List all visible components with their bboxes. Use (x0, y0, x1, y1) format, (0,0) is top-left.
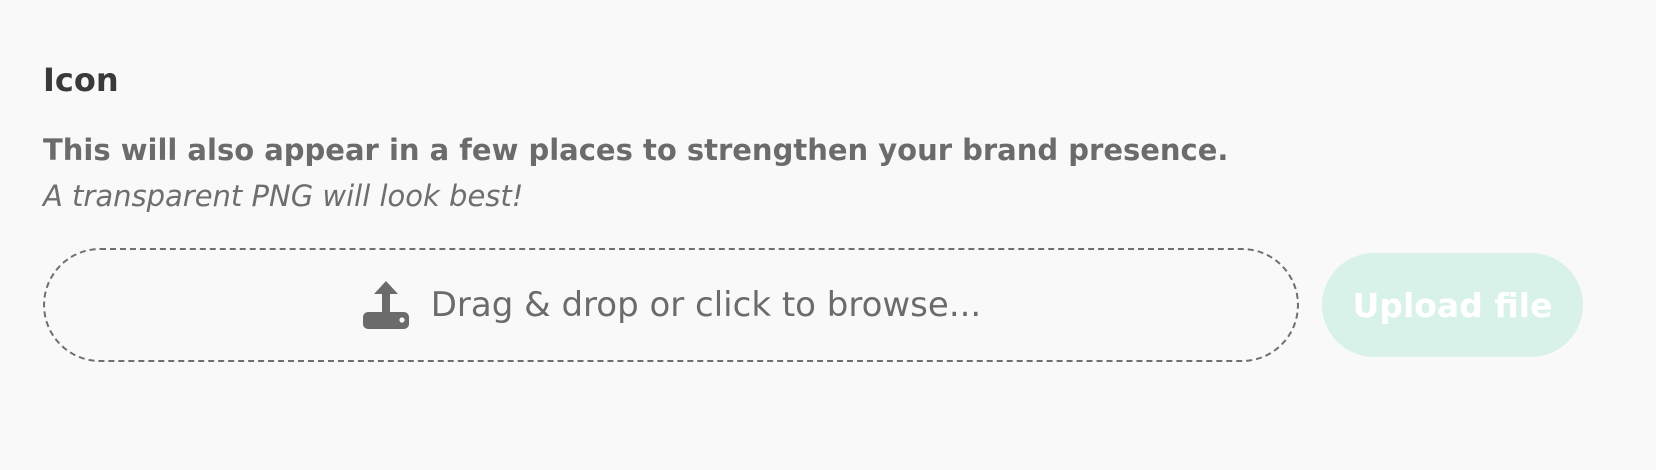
section-description: This will also appear in a few places to… (43, 133, 1229, 167)
icon-upload-section: Icon This will also appear in a few plac… (43, 60, 1613, 214)
upload-file-button[interactable]: Upload file (1322, 253, 1583, 357)
file-dropzone[interactable]: Drag & drop or click to browse... (43, 248, 1299, 362)
section-hint: A transparent PNG will look best! (43, 179, 524, 213)
section-title: Icon (43, 61, 119, 99)
dropzone-label: Drag & drop or click to browse... (430, 285, 982, 325)
upload-tray-icon (362, 281, 409, 329)
dropzone-content: Drag & drop or click to browse... (361, 279, 982, 331)
